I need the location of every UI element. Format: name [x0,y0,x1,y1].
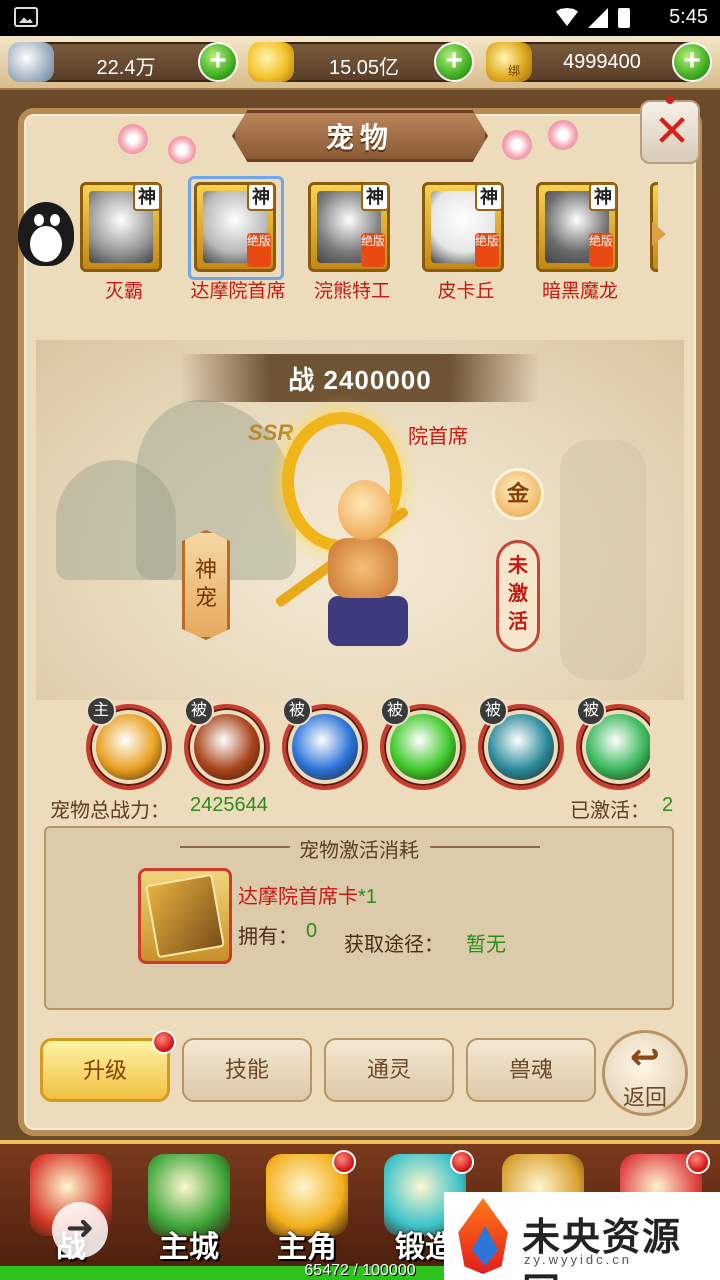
notification-dot [332,1150,356,1174]
pet-name-title: 院首席 [408,426,468,448]
battery-icon [618,8,630,28]
silver-value: 22.4万 [96,57,156,79]
source-label: 获取途径： [344,934,444,956]
gallery-icon [14,7,38,27]
inactive-label: 未激活 [508,555,528,633]
gold-counter: 15.05亿 + [248,42,474,82]
nav-label: 主城 [159,1231,219,1264]
page-title: 宠物 [325,122,394,153]
bound-gold-counter: 绑 4999400 + [486,42,712,82]
total-power-label: 宠物总战力： [50,800,170,822]
silver-ingot-icon [8,42,54,82]
source-value: 暂无 [466,934,506,956]
watermark-url: zy.wyyidc.cn [524,1252,632,1267]
divine-pet-label: 神宠 [194,557,217,610]
gold-grade-badge: 金 [492,468,544,520]
background-scroll [560,440,646,680]
expand-arrow-icon[interactable]: ➜ [52,1202,108,1258]
skill-type-badge: 被 [576,696,606,726]
notification-dot [152,1030,176,1054]
pet-list: 神灭霸 神绝版达摩院首席 神绝版浣熊特工 神绝版皮卡丘 神绝版暗黑魔龙暗黑 [72,176,658,306]
bound-gold-value: 4999400 [563,51,641,73]
gold-value: 15.05亿 [328,57,400,79]
pet-frame: 神绝版 [536,182,618,272]
nav-item[interactable]: 主城 [134,1150,244,1270]
pet-card-icon [145,873,225,959]
pet-model [262,392,438,664]
watermark-text: 未央资源网 [522,1217,683,1280]
nav-label: 主角 [277,1231,337,1264]
own-value: 0 [306,920,318,942]
notification-dot [666,96,674,104]
scroll-right-icon[interactable] [652,222,666,246]
divine-badge: 神 [589,183,617,211]
add-bound-gold-button[interactable]: + [672,42,712,82]
activated-value: 2 [662,794,674,816]
divine-badge: 神 [361,183,389,211]
close-button[interactable]: ✕ [640,100,700,164]
divine-badge: 神 [247,183,275,211]
limited-badge: 绝版 [475,233,499,267]
limited-badge: 绝版 [589,233,613,267]
bound-gold-icon: 绑 [486,42,532,82]
blossom-decoration [502,130,532,160]
skill-type-badge: 被 [478,696,508,726]
skill-type-badge: 被 [184,696,214,726]
pet-name: 灭霸 [104,281,143,302]
tab-upgrade[interactable]: 升级 [40,1038,170,1102]
notification-dot [450,1150,474,1174]
back-label: 返回 [622,1085,667,1110]
gold-ingot-icon [248,42,294,82]
pet-name: 浣熊特工 [313,281,390,302]
close-icon: ✕ [653,107,691,156]
status-bar: 5:45 [0,0,720,36]
limited-badge: 绝版 [247,233,271,267]
skill-list: 主被被被被被 [80,696,650,796]
bound-tag: 绑 [508,64,521,78]
pet-frame: 神绝版 [194,182,276,272]
status-time: 5:45 [669,6,708,28]
blossom-decoration [548,120,578,150]
add-gold-button[interactable]: + [434,42,474,82]
pet-card-item[interactable] [138,868,232,964]
total-power-value: 2425644 [190,794,268,816]
signal-icon [588,8,608,28]
tab-spirit[interactable]: 通灵 [324,1038,454,1102]
own-label: 拥有： [238,926,298,948]
divine-badge: 神 [475,183,503,211]
card-name: 达摩院首席卡*1 [238,886,377,908]
notification-dot [686,1150,710,1174]
add-silver-button[interactable]: + [198,42,238,82]
currency-bar: 22.4万 + 15.05亿 + 绑 4999400 + [0,36,720,90]
activation-cost-title: 宠物激活消耗 [299,840,419,862]
limited-badge: 绝版 [361,233,385,267]
pet-frame: 神绝版 [422,182,504,272]
tab-beast-soul[interactable]: 兽魂 [466,1038,596,1102]
pet-frame: 神绝版 [308,182,390,272]
skill-type-badge: 主 [86,696,116,726]
pet-name: 暗黑 [638,276,658,303]
pet-name: 达摩院首席 [190,281,286,302]
back-arrow-icon: ↩ [629,1036,661,1077]
tab-skill[interactable]: 技能 [182,1038,312,1102]
pet-name: 暗黑魔龙 [541,281,618,302]
blossom-decoration [168,136,196,164]
pet-frame: 神 [80,182,162,272]
skill-type-badge: 被 [282,696,312,726]
activated-label: 已激活： [570,800,650,822]
pet-name: 皮卡丘 [437,281,495,302]
wifi-icon [556,8,578,26]
divine-badge: 神 [133,183,161,211]
silver-counter: 22.4万 + [8,42,238,82]
skill-type-badge: 被 [380,696,410,726]
card-quantity: *1 [358,886,377,908]
blossom-decoration [118,124,148,154]
